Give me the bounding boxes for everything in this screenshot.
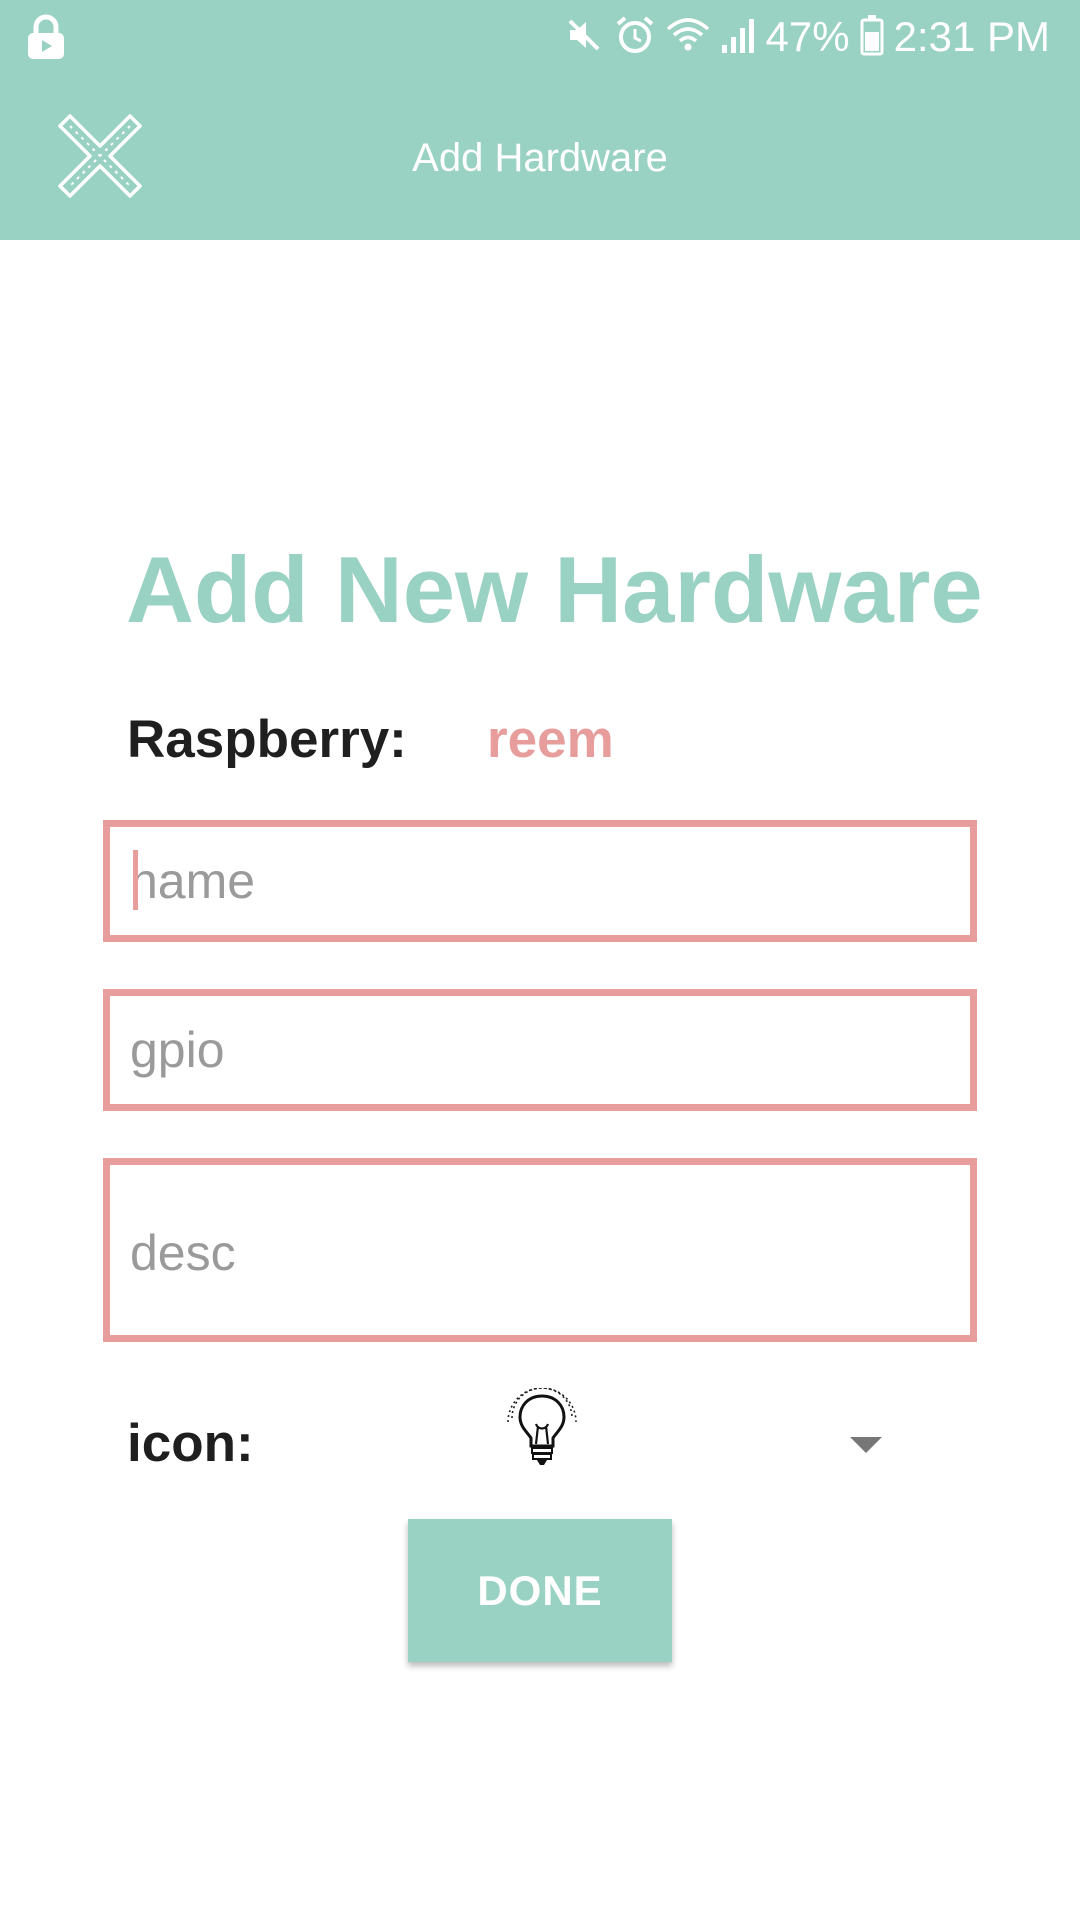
gpio-input[interactable] (110, 996, 970, 1104)
close-icon (56, 114, 144, 204)
toolbar-title: Add Hardware (412, 136, 668, 180)
signal-icon (720, 15, 756, 60)
battery-percent: 47% (765, 13, 850, 60)
status-time: 2:31 PM (893, 13, 1050, 60)
mute-icon (564, 15, 604, 60)
lock-icon (26, 14, 66, 65)
icon-label: icon: (127, 1414, 254, 1473)
page-heading: Add New Hardware (126, 537, 983, 642)
text-cursor (133, 850, 138, 910)
app-bar: 47% 2:31 PM Add Hardware (0, 0, 1080, 240)
desc-field-box (103, 1158, 977, 1342)
chevron-down-icon (850, 1437, 882, 1453)
name-input[interactable] (110, 827, 970, 935)
lightbulb-icon (506, 1387, 578, 1473)
raspberry-label: Raspberry: (127, 710, 407, 769)
desc-input[interactable] (110, 1165, 970, 1335)
name-field-box (103, 820, 977, 942)
done-button[interactable]: DONE (408, 1519, 672, 1662)
status-bar: 47% 2:31 PM (0, 0, 1080, 75)
icon-spinner[interactable] (470, 1387, 890, 1500)
wifi-icon (666, 15, 710, 60)
battery-icon (860, 14, 884, 61)
raspberry-value: reem (487, 710, 614, 769)
gpio-field-box (103, 989, 977, 1111)
status-icons: 47% 2:31 PM (564, 12, 1050, 62)
alarm-icon (614, 14, 656, 61)
